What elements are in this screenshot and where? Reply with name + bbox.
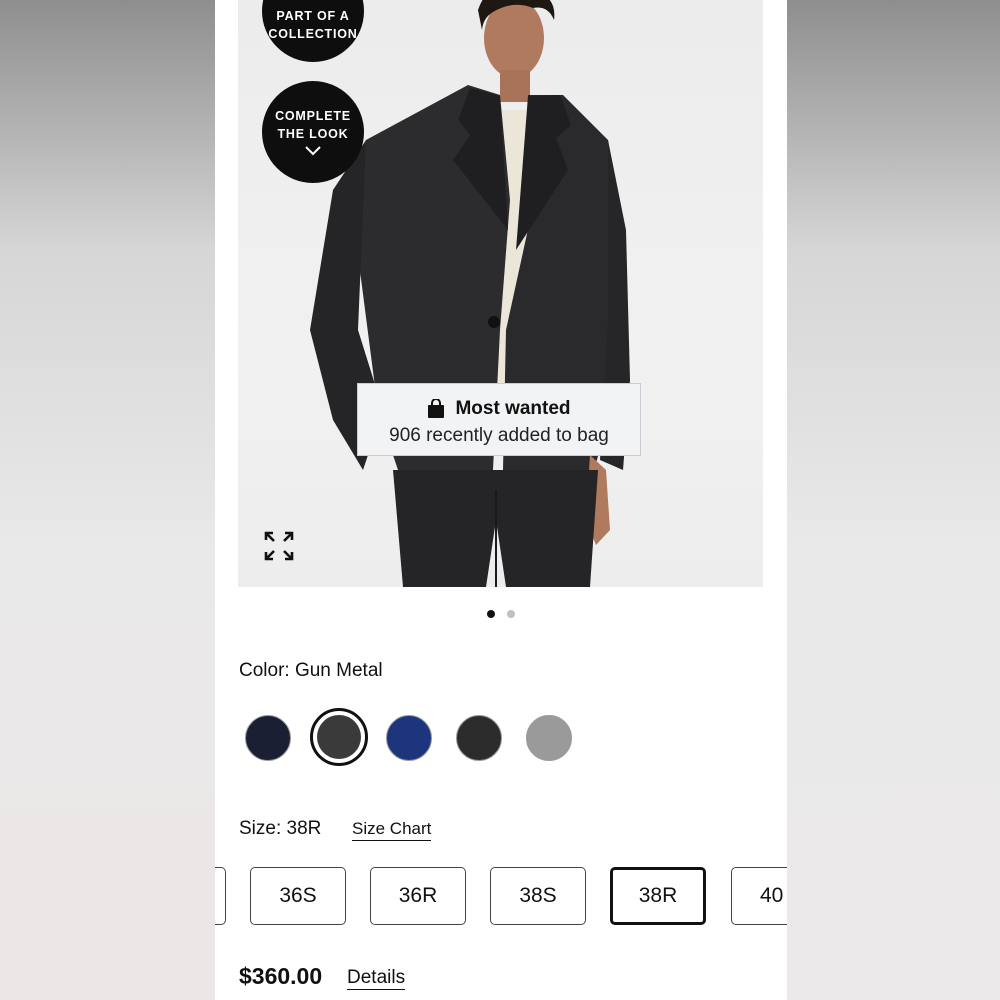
- complete-look-label: COMPLETE THE LOOK: [275, 109, 351, 141]
- size-option-36s[interactable]: 36S: [250, 867, 346, 925]
- left-background-blur: [0, 0, 215, 1000]
- tooltip-subtitle: 906 recently added to bag: [389, 425, 609, 446]
- color-label: Color: Gun Metal: [239, 660, 383, 681]
- product-price: $360.00: [239, 963, 323, 989]
- size-chart-link[interactable]: Size Chart: [352, 819, 432, 841]
- color-swatch-navy[interactable]: [245, 715, 291, 761]
- shopping-bag-icon: [428, 399, 445, 418]
- size-option-40[interactable]: 40: [731, 867, 787, 925]
- carousel-indicator: [215, 610, 787, 618]
- size-option-36r[interactable]: 36R: [370, 867, 466, 925]
- details-link[interactable]: Details: [347, 967, 406, 990]
- size-options: 36S 36R 38S 38R 40: [215, 867, 787, 925]
- size-option-hidden[interactable]: [215, 867, 226, 925]
- collection-badge-label: PART OF A COLLECTION: [268, 9, 358, 41]
- tooltip-title: Most wanted: [455, 398, 571, 419]
- size-option-38r[interactable]: 38R: [610, 867, 706, 925]
- complete-the-look-badge[interactable]: COMPLETE THE LOOK: [262, 81, 364, 183]
- product-page: PART OF A COLLECTION COMPLETE THE LOOK M…: [215, 0, 787, 1000]
- chevron-down-icon: [305, 146, 321, 156]
- color-swatch-charcoal[interactable]: [456, 715, 502, 761]
- carousel-dot-1[interactable]: [487, 610, 495, 618]
- size-label: Size: 38R: [239, 818, 322, 839]
- product-image[interactable]: PART OF A COLLECTION COMPLETE THE LOOK M…: [238, 0, 763, 587]
- right-background-blur: [787, 0, 1000, 1000]
- expand-icon[interactable]: [263, 530, 295, 562]
- color-swatch-blue[interactable]: [386, 715, 432, 761]
- most-wanted-tooltip: Most wanted 906 recently added to bag: [357, 383, 641, 456]
- size-option-38s[interactable]: 38S: [490, 867, 586, 925]
- color-swatch-gun-metal[interactable]: [310, 708, 368, 766]
- carousel-dot-2[interactable]: [507, 610, 515, 618]
- color-swatch-grey[interactable]: [526, 715, 572, 761]
